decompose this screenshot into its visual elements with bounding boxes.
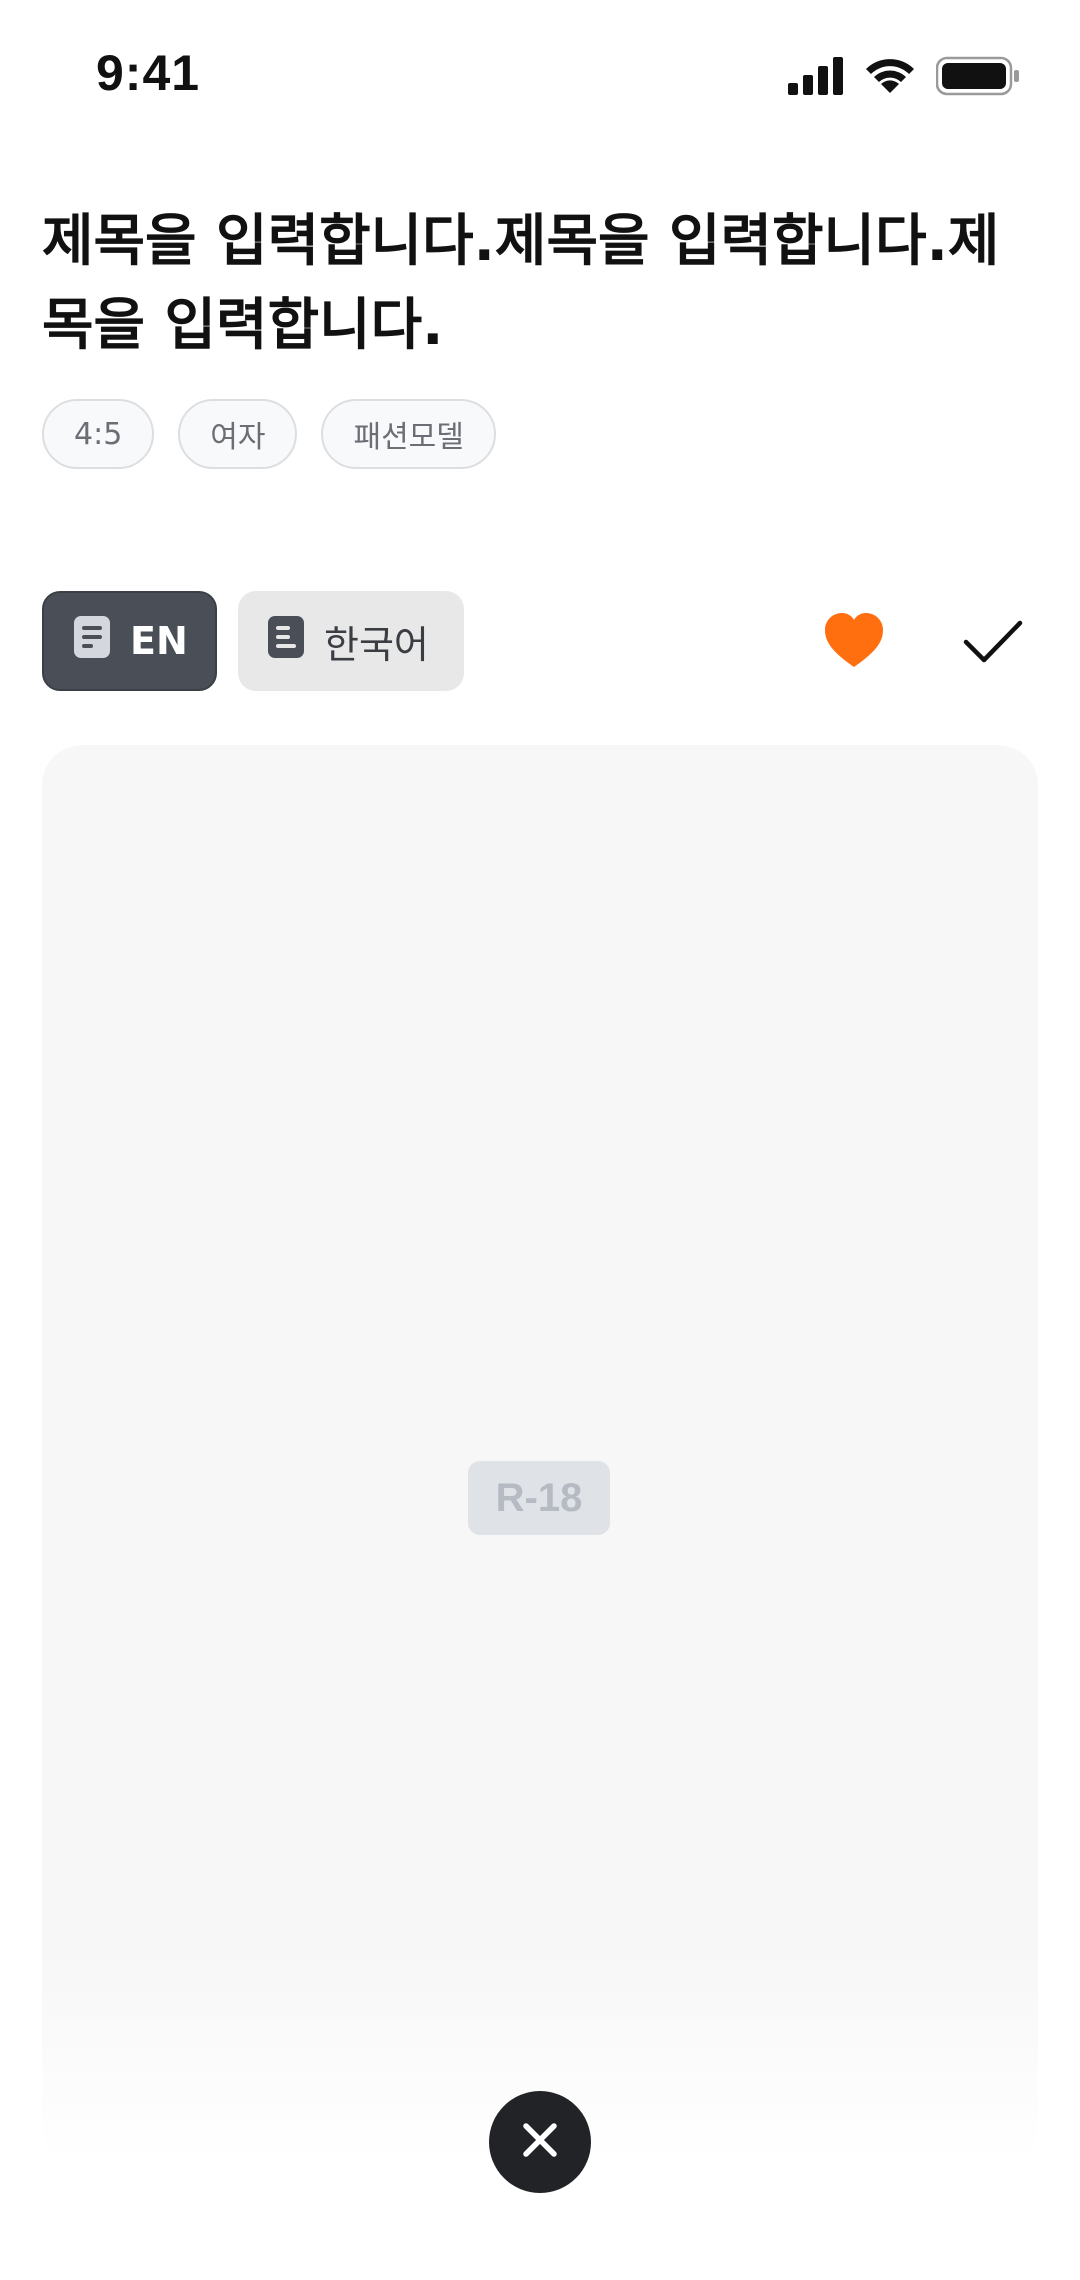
close-icon (518, 2118, 562, 2166)
close-button[interactable] (489, 2091, 591, 2193)
status-icons (788, 56, 1020, 96)
tag-gender: 여자 (178, 399, 298, 469)
action-row: EN 한국어 (42, 591, 1038, 691)
language-en-label: EN (130, 619, 188, 663)
tag-list: 4:5 여자 패션모델 (42, 399, 496, 469)
rating-badge: R-18 (468, 1461, 610, 1535)
battery-icon (936, 56, 1020, 96)
tag-ratio: 4:5 (42, 399, 155, 469)
page-title: 제목을 입력합니다.제목을 입력합니다.제목을 입력합니다. (42, 209, 1000, 358)
signal-icon (788, 57, 844, 95)
language-ko-label: 한국어 (324, 622, 429, 667)
language-ko-button[interactable]: 한국어 (238, 591, 464, 691)
document-icon (268, 615, 304, 667)
language-en-button[interactable]: EN (42, 591, 217, 691)
wifi-icon (864, 57, 916, 95)
status-bar: 9:41 (0, 0, 1080, 150)
tag-category: 패션모델 (321, 399, 496, 469)
content-card[interactable]: R-18 (42, 745, 1038, 2165)
check-icon[interactable] (960, 609, 1024, 673)
document-icon (74, 615, 110, 667)
status-time: 9:41 (96, 45, 201, 101)
heart-icon[interactable] (822, 609, 886, 673)
